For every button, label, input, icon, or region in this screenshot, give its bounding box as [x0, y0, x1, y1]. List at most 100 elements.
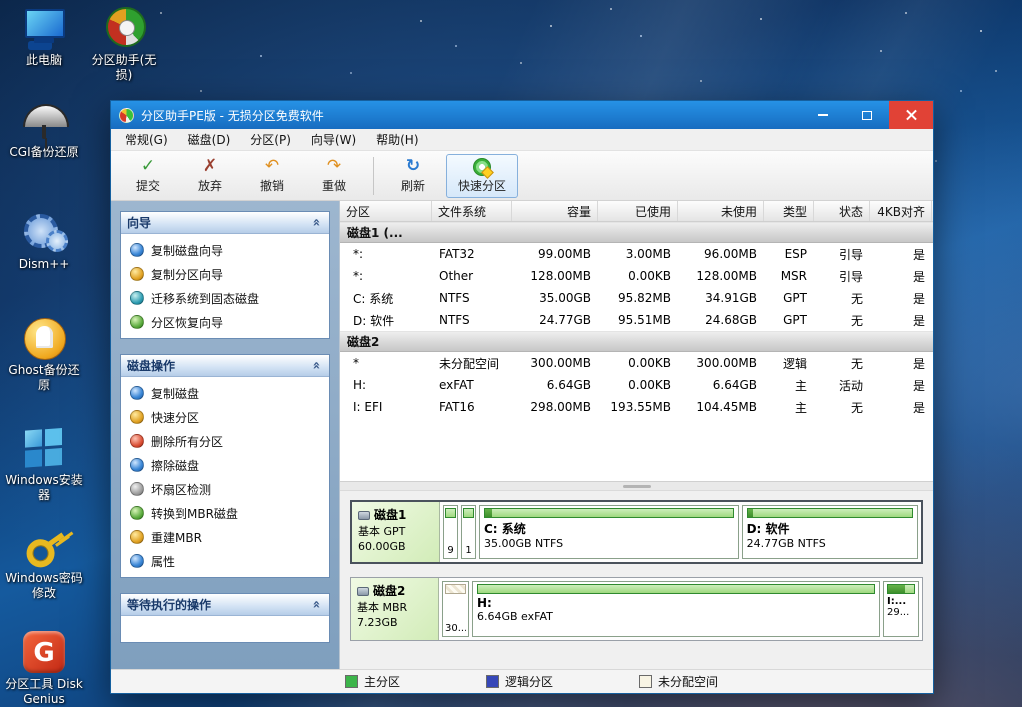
partition-h[interactable]: H: 6.64GB exFAT [472, 581, 880, 637]
column-header-unused[interactable]: 未使用 [678, 201, 764, 221]
collapse-icon[interactable]: « [309, 598, 324, 612]
unallocated-swatch-icon [639, 675, 652, 688]
column-header-used[interactable]: 已使用 [598, 201, 678, 221]
hdd-icon [358, 511, 370, 520]
table-row-d-software[interactable]: D: 软件 NTFS 24.77GB 95.51MB 24.68GB GPT 无… [340, 309, 933, 331]
disk-operations-panel-title: 磁盘操作 [127, 357, 175, 374]
column-header-partition[interactable]: 分区 [340, 201, 432, 221]
sidebar-item-label: 坏扇区检测 [151, 481, 211, 498]
desktop-icon-windows-password[interactable]: Windows密码修改 [4, 524, 84, 601]
cell: *: [340, 269, 432, 283]
desktop-icon-ghost-backup[interactable]: Ghost备份还原 [4, 316, 84, 393]
partition-label: 9 [445, 545, 456, 556]
sidebar-item-wipe-disk[interactable]: 擦除磁盘 [121, 453, 329, 477]
disk2-kind: 基本 MBR [357, 600, 432, 615]
table-row-c-system[interactable]: C: 系统 NTFS 35.00GB 95.82MB 34.91GB GPT 无… [340, 287, 933, 309]
logical-partition-swatch-icon [486, 675, 499, 688]
sidebar-item-quick-partition[interactable]: 快速分区 [121, 405, 329, 429]
disk1-info[interactable]: 磁盘1 基本 GPT 60.00GB [352, 502, 440, 562]
partition-esp[interactable]: 9 [443, 505, 458, 559]
desktop-icon-label: 分区工具 DiskGenius [4, 677, 84, 707]
disk2-group-header[interactable]: 磁盘2 [340, 331, 933, 352]
desktop-icon-this-pc[interactable]: 此电脑 [8, 6, 80, 68]
menu-item-general[interactable]: 常规(G) [115, 129, 178, 150]
menu-item-wizard[interactable]: 向导(W) [301, 129, 366, 150]
cell: 未分配空间 [432, 355, 512, 372]
pending-operations-panel-title: 等待执行的操作 [127, 596, 211, 613]
cell: NTFS [432, 313, 512, 327]
column-header-filesystem[interactable]: 文件系统 [432, 201, 512, 221]
table-row-i-efi[interactable]: I: EFI FAT16 298.00MB 193.55MB 104.45MB … [340, 396, 933, 418]
collapse-icon[interactable]: « [309, 216, 324, 230]
used-segment [748, 509, 753, 517]
cell: 104.45MB [678, 400, 764, 414]
table-row-esp[interactable]: *: FAT32 99.00MB 3.00MB 96.00MB ESP 引导 是 [340, 243, 933, 265]
column-header-capacity[interactable]: 容量 [512, 201, 598, 221]
quick-partition-button[interactable]: 快速分区 [446, 154, 518, 198]
partition-c[interactable]: C: 系统 35.00GB NTFS [479, 505, 739, 559]
menu-item-help[interactable]: 帮助(H) [366, 129, 428, 150]
key-icon [12, 514, 77, 578]
disk1-group-header[interactable]: 磁盘1 (... [340, 222, 933, 243]
disk2-info[interactable]: 磁盘2 基本 MBR 7.23GB [351, 578, 439, 640]
cell: 300.00MB [512, 356, 598, 370]
sidebar-item-label: 迁移系统到固态磁盘 [151, 290, 259, 307]
maximize-button[interactable] [845, 101, 889, 129]
undo-button[interactable]: ↶ 撤销 [243, 154, 301, 198]
close-button[interactable] [889, 101, 933, 129]
cell: NTFS [432, 291, 512, 305]
refresh-button[interactable]: ↻ 刷新 [384, 154, 442, 198]
disk-blue-icon [130, 243, 144, 257]
sidebar-item-copy-disk[interactable]: 复制磁盘 [121, 381, 329, 405]
wizard-panel: 向导 « 复制磁盘向导 复制分区向导 [120, 211, 330, 339]
minimize-button[interactable] [801, 101, 845, 129]
desktop-icon-partition-assistant[interactable]: 分区助手(无损) [84, 6, 164, 83]
discard-button[interactable]: ✗ 放弃 [181, 154, 239, 198]
maximize-icon [862, 111, 872, 120]
table-row-msr[interactable]: *: Other 128.00MB 0.00KB 128.00MB MSR 引导… [340, 265, 933, 287]
commit-button[interactable]: ✓ 提交 [119, 154, 177, 198]
partition-msr[interactable]: 1 [461, 505, 476, 559]
desktop-icon-cgi-backup[interactable]: CGI备份还原 [2, 98, 86, 160]
cell: 128.00MB [678, 269, 764, 283]
legend-primary: 主分区 [345, 673, 400, 690]
window-titlebar[interactable]: 分区助手PE版 - 无损分区免费软件 [111, 101, 933, 129]
sidebar-item-rebuild-mbr[interactable]: 重建MBR [121, 525, 329, 549]
cell: 128.00MB [512, 269, 598, 283]
sidebar-item-copy-disk-wizard[interactable]: 复制磁盘向导 [121, 238, 329, 262]
desktop-icon-dism[interactable]: Dism++ [8, 210, 80, 272]
desktop-icon-windows-installer[interactable]: Windows安装器 [4, 426, 84, 503]
partition-unallocated[interactable]: 30... [442, 581, 469, 637]
collapse-icon[interactable]: « [309, 359, 324, 373]
disk-operations-panel-items: 复制磁盘 快速分区 删除所有分区 擦除磁盘 [121, 377, 329, 577]
sidebar-item-migrate-os-to-ssd[interactable]: 迁移系统到固态磁盘 [121, 286, 329, 310]
splitter[interactable] [340, 482, 933, 491]
sidebar-item-bad-sector-test[interactable]: 坏扇区检测 [121, 477, 329, 501]
menu-item-partition[interactable]: 分区(P) [240, 129, 301, 150]
column-header-type[interactable]: 类型 [764, 201, 814, 221]
menu-item-disk[interactable]: 磁盘(D) [178, 129, 241, 150]
table-row-unallocated[interactable]: * 未分配空间 300.00MB 0.00KB 300.00MB 逻辑 无 是 [340, 352, 933, 374]
toolbar: ✓ 提交 ✗ 放弃 ↶ 撤销 ↷ 重做 ↻ 刷新 快速分区 [111, 151, 933, 201]
cell: 引导 [814, 246, 870, 263]
usage-bar [887, 584, 915, 594]
table-row-h[interactable]: H: exFAT 6.64GB 0.00KB 6.64GB 主 活动 是 [340, 374, 933, 396]
column-header-status[interactable]: 状态 [814, 201, 870, 221]
cell: 无 [814, 290, 870, 307]
legend-unallocated: 未分配空间 [639, 673, 718, 690]
redo-button[interactable]: ↷ 重做 [305, 154, 363, 198]
disk1-row[interactable]: 磁盘1 基本 GPT 60.00GB 9 [350, 500, 923, 564]
partition-i[interactable]: I:... 29... [883, 581, 919, 637]
sidebar-item-convert-to-mbr[interactable]: 转换到MBR磁盘 [121, 501, 329, 525]
sidebar-item-delete-all-partitions[interactable]: 删除所有分区 [121, 429, 329, 453]
desktop-icon-diskgenius[interactable]: G 分区工具 DiskGenius [4, 630, 84, 707]
sidebar-item-partition-recovery-wizard[interactable]: 分区恢复向导 [121, 310, 329, 334]
sidebar-item-properties[interactable]: 属性 [121, 549, 329, 573]
cell: C: 系统 [340, 290, 432, 307]
column-header-4kb-align[interactable]: 4KB对齐 [870, 201, 932, 221]
partition-d[interactable]: D: 软件 24.77GB NTFS [742, 505, 918, 559]
disk2-row[interactable]: 磁盘2 基本 MBR 7.23GB 30... [350, 577, 923, 641]
sidebar-item-copy-partition-wizard[interactable]: 复制分区向导 [121, 262, 329, 286]
sidebar-item-label: 属性 [151, 553, 175, 570]
cell: 34.91GB [678, 291, 764, 305]
